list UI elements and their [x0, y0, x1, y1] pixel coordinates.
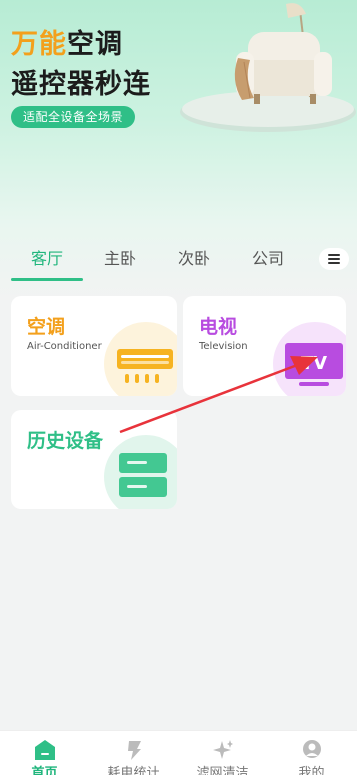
power-stats-icon: [128, 741, 141, 760]
room-tabs: 客厅 主卧 次卧 公司: [0, 244, 357, 284]
menu-icon: [328, 254, 340, 264]
air-conditioner-icon: [117, 349, 173, 383]
device-subtitle: Air-Conditioner: [27, 341, 102, 352]
device-title: 电视: [199, 316, 238, 338]
nav-label: 我的: [298, 766, 325, 775]
tab-living-room[interactable]: 客厅: [31, 247, 63, 271]
hero-title-highlight: 万能: [11, 29, 67, 60]
tab-office[interactable]: 公司: [252, 247, 284, 271]
nav-filter-clean[interactable]: 滤网清洁: [178, 731, 267, 775]
tab-second-bedroom[interactable]: 次卧: [178, 247, 210, 271]
active-tab-indicator: [11, 278, 83, 281]
device-title: 历史设备: [27, 430, 104, 452]
device-card-television[interactable]: 电视 Television TV: [183, 296, 346, 396]
nav-power-stats[interactable]: 耗电统计: [89, 731, 178, 775]
device-subtitle: Television: [199, 341, 248, 352]
bottom-navigation: 首页 耗电统计 滤网清洁 我的: [0, 730, 357, 775]
nav-profile[interactable]: 我的: [267, 731, 356, 775]
home-icon: [35, 740, 55, 760]
history-devices-icon: [119, 453, 167, 497]
device-title: 空调: [27, 316, 66, 338]
tab-menu-button[interactable]: [319, 248, 349, 270]
nav-label: 耗电统计: [107, 766, 160, 775]
sparkle-clean-icon: [213, 740, 233, 759]
hero-title-rest: 空调: [67, 29, 123, 60]
profile-icon: [303, 740, 321, 758]
device-card-air-conditioner[interactable]: 空调 Air-Conditioner: [11, 296, 177, 396]
svg-text:TV: TV: [301, 353, 327, 374]
nav-label: 首页: [31, 766, 58, 775]
tab-master-bedroom[interactable]: 主卧: [104, 247, 136, 271]
television-icon: TV: [285, 343, 343, 386]
hero-title: 万能空调: [11, 26, 123, 64]
nav-home[interactable]: 首页: [0, 731, 89, 775]
nav-label: 滤网清洁: [196, 766, 249, 775]
device-card-history[interactable]: 历史设备: [11, 410, 177, 509]
armchair-illustration: [180, 3, 356, 132]
hero-title-line2: 遥控器秒连: [11, 69, 151, 100]
hero-tag-pill: 适配全设备全场景: [11, 106, 136, 128]
